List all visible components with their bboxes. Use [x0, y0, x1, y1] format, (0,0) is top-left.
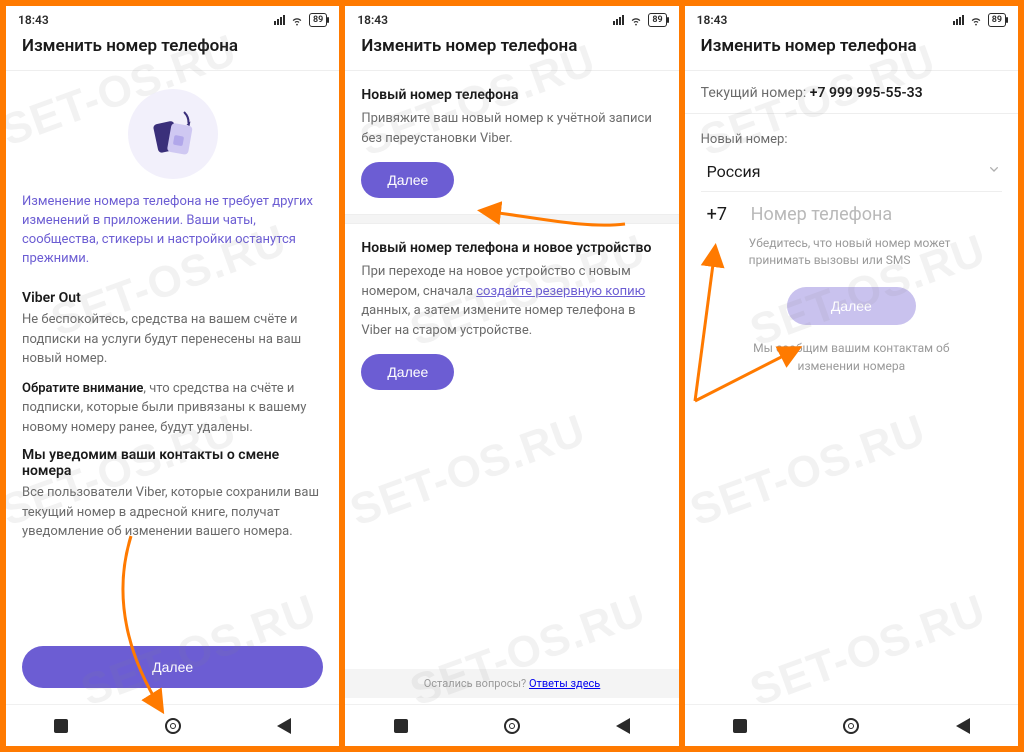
- country-value: Россия: [707, 162, 761, 181]
- current-number-row: Текущий номер: +7 999 995-55-33: [685, 71, 1018, 114]
- annotation-arrow: [101, 531, 191, 725]
- new-number-label: Новый номер:: [701, 114, 1002, 155]
- battery-icon: 89: [988, 13, 1006, 27]
- section-2-body: При переходе на новое устройство с новым…: [361, 256, 662, 354]
- backup-link[interactable]: создайте резервную копию: [476, 284, 645, 299]
- viber-out-heading: Viber Out: [22, 290, 323, 306]
- notify-heading: Мы уведомим ваши контакты о смене номера: [22, 447, 323, 479]
- next-button[interactable]: Далее: [787, 287, 916, 325]
- contacts-note: Мы сообщим вашим контактам об изменении …: [701, 325, 1002, 389]
- screen-1: 18:43 89 Изменить номер телефона: [6, 6, 339, 746]
- notify-body: Все пользователи Viber, которые сохранил…: [22, 483, 323, 542]
- sim-swap-illustration: [22, 71, 323, 189]
- chevron-down-icon: [986, 161, 1002, 181]
- clock: 18:43: [697, 13, 728, 27]
- next-button-new-device[interactable]: Далее: [361, 354, 454, 390]
- recent-apps-button[interactable]: [54, 719, 68, 733]
- back-button[interactable]: [616, 718, 630, 734]
- viber-out-body: Не беспокойтесь, средства на вашем счёте…: [22, 310, 323, 369]
- page-title: Изменить номер телефона: [345, 30, 678, 71]
- clock: 18:43: [18, 13, 49, 27]
- screen-2: 18:43 89 Изменить номер телефона Новый н…: [345, 6, 678, 746]
- signal-icon: [274, 15, 285, 25]
- country-selector[interactable]: Россия: [701, 155, 1002, 191]
- balance-note: Обратите внимание, что средства на счёте…: [22, 379, 323, 438]
- back-button[interactable]: [277, 718, 291, 734]
- wifi-icon: [629, 13, 643, 27]
- section-1-title: Новый номер телефона: [361, 71, 662, 103]
- status-bar: 18:43 89: [6, 6, 339, 30]
- country-code: +7: [701, 204, 741, 225]
- home-button[interactable]: [165, 718, 181, 734]
- signal-icon: [953, 15, 964, 25]
- faq-link[interactable]: Ответы здесь: [529, 677, 600, 690]
- page-title: Изменить номер телефона: [6, 30, 339, 71]
- battery-icon: 89: [309, 13, 327, 27]
- status-bar: 18:43 89: [345, 6, 678, 30]
- section-2-title: Новый номер телефона и новое устройство: [361, 224, 662, 256]
- battery-icon: 89: [648, 13, 666, 27]
- phone-input[interactable]: Номер телефона: [751, 204, 1002, 225]
- faq-footer: Остались вопросы? Ответы здесь: [345, 669, 678, 698]
- home-button[interactable]: [504, 718, 520, 734]
- wifi-icon: [969, 13, 983, 27]
- sms-hint: Убедитесь, что новый номер может принима…: [701, 229, 1002, 287]
- back-button[interactable]: [956, 718, 970, 734]
- android-navbar: [345, 704, 678, 746]
- page-title: Изменить номер телефона: [685, 30, 1018, 71]
- current-number-value: +7 999 995-55-33: [810, 85, 923, 101]
- status-bar: 18:43 89: [685, 6, 1018, 30]
- section-1-body: Привяжите ваш новый номер к учётной запи…: [361, 103, 662, 162]
- home-button[interactable]: [843, 718, 859, 734]
- android-navbar: [685, 704, 1018, 746]
- wifi-icon: [290, 13, 304, 27]
- next-button-new-number[interactable]: Далее: [361, 162, 454, 198]
- clock: 18:43: [357, 13, 388, 27]
- screen-3: 18:43 89 Изменить номер телефона Текущий…: [685, 6, 1018, 746]
- recent-apps-button[interactable]: [394, 719, 408, 733]
- signal-icon: [613, 15, 624, 25]
- recent-apps-button[interactable]: [733, 719, 747, 733]
- next-button[interactable]: Далее: [22, 646, 323, 688]
- intro-text: Изменение номера телефона не требует дру…: [22, 189, 323, 282]
- android-navbar: [6, 704, 339, 746]
